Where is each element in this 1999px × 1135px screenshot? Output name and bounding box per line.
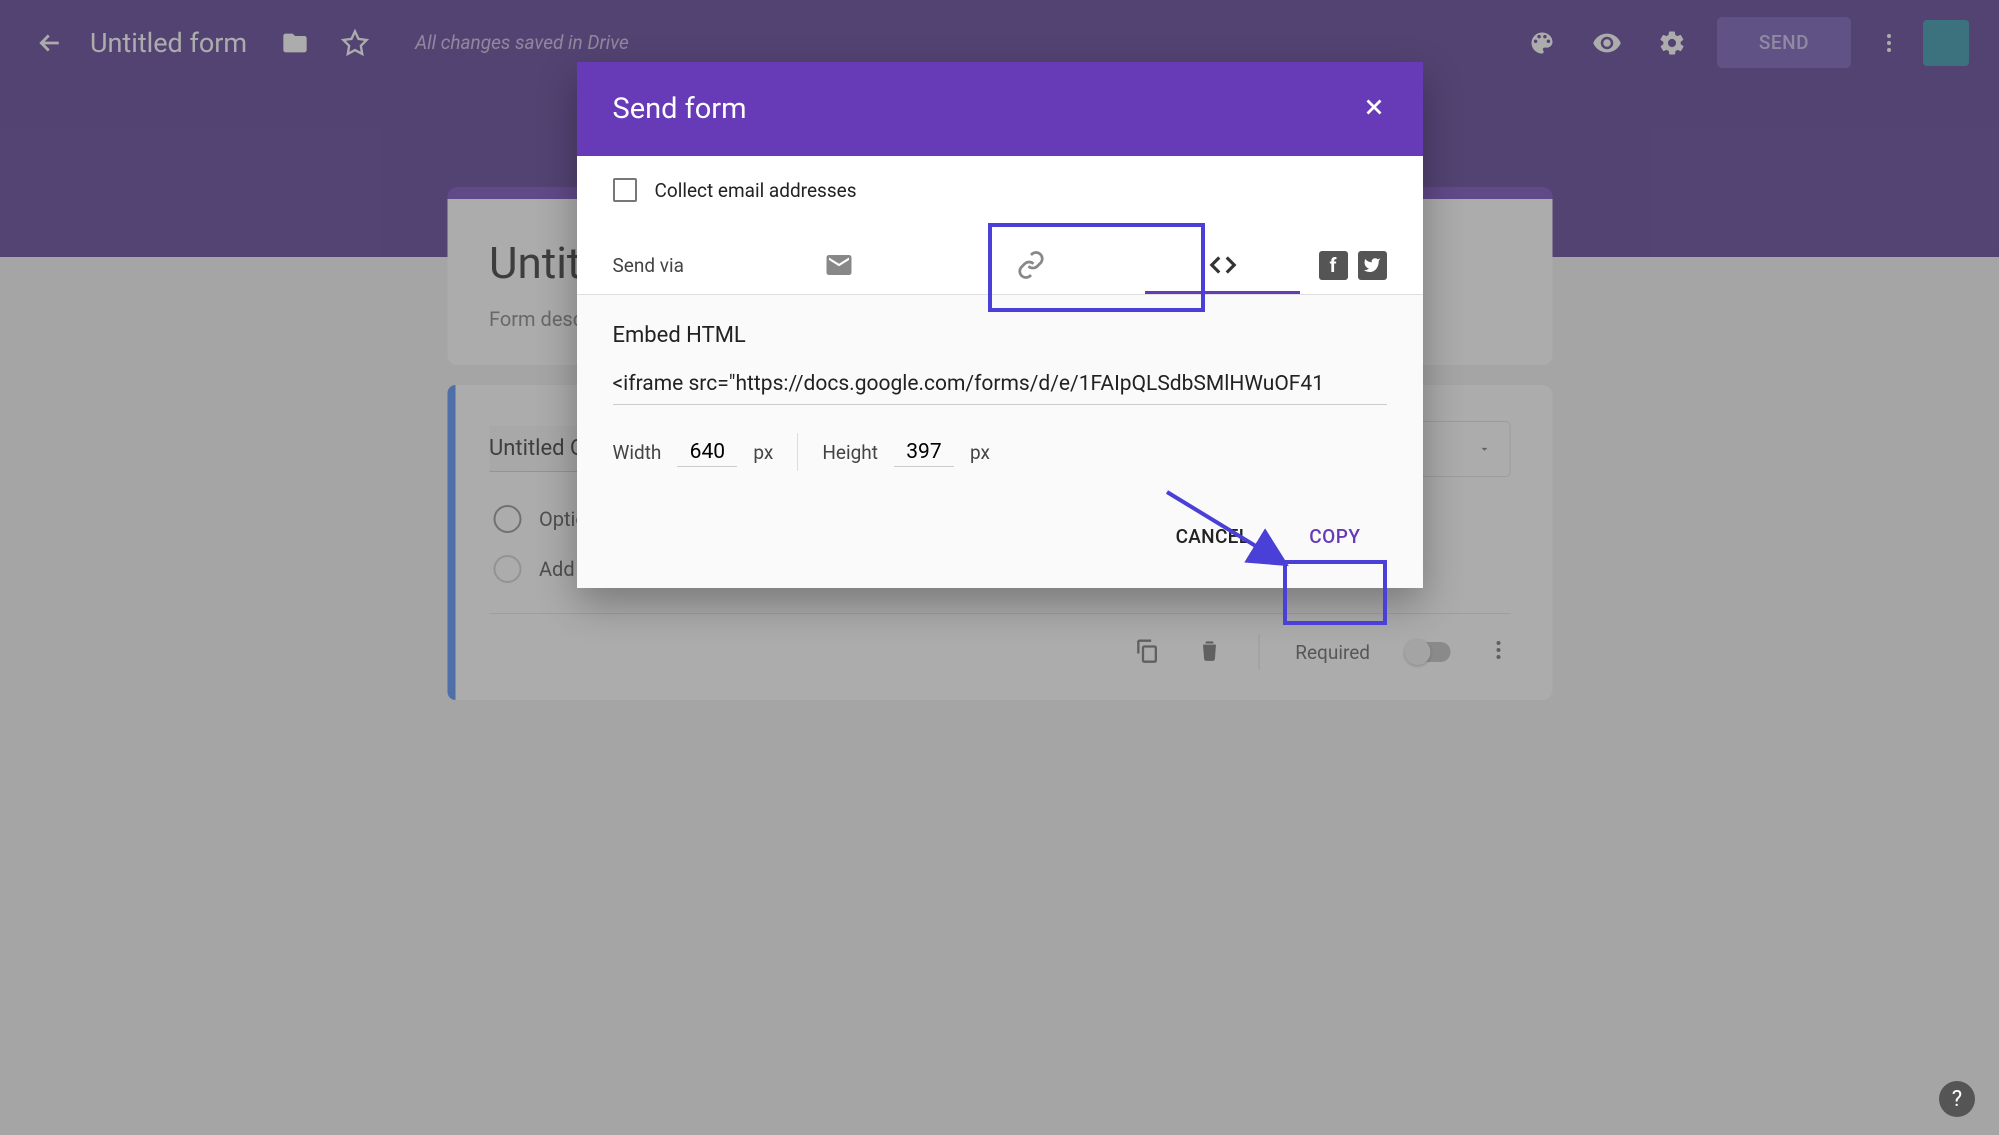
twitter-icon[interactable]: [1358, 251, 1387, 280]
collect-emails-row[interactable]: Collect email addresses: [577, 156, 1423, 224]
tab-embed[interactable]: [1127, 236, 1319, 294]
width-label: Width: [613, 441, 662, 464]
dialog-footer: CANCEL COPY: [577, 493, 1423, 588]
width-input[interactable]: [677, 438, 737, 467]
facebook-icon[interactable]: f: [1319, 251, 1348, 280]
tab-email[interactable]: [743, 236, 935, 294]
embed-html-title: Embed HTML: [613, 323, 1387, 348]
embed-code-input[interactable]: [613, 368, 1387, 405]
social-share: f: [1319, 251, 1387, 280]
dialog-header: Send form: [577, 62, 1423, 156]
dimensions-row: Width px Height px: [613, 433, 1387, 471]
cancel-button[interactable]: CANCEL: [1176, 525, 1250, 548]
height-input[interactable]: [894, 438, 954, 467]
send-form-dialog: Send form Collect email addresses Send v…: [577, 62, 1423, 588]
close-icon[interactable]: [1361, 94, 1387, 124]
send-via-label: Send via: [613, 254, 743, 277]
dialog-title: Send form: [613, 92, 747, 126]
help-fab[interactable]: ?: [1939, 1081, 1975, 1117]
tab-link[interactable]: [935, 236, 1127, 294]
copy-button[interactable]: COPY: [1283, 513, 1386, 560]
checkbox-icon[interactable]: [613, 178, 637, 202]
dim-separator: [797, 433, 798, 471]
height-label: Height: [822, 441, 878, 464]
send-via-row: Send via f: [577, 224, 1423, 295]
px-label: px: [753, 441, 773, 464]
collect-emails-label: Collect email addresses: [655, 179, 857, 202]
embed-section: Embed HTML Width px Height px: [577, 295, 1423, 493]
send-via-tabs: [743, 236, 1319, 294]
px-label-2: px: [970, 441, 990, 464]
